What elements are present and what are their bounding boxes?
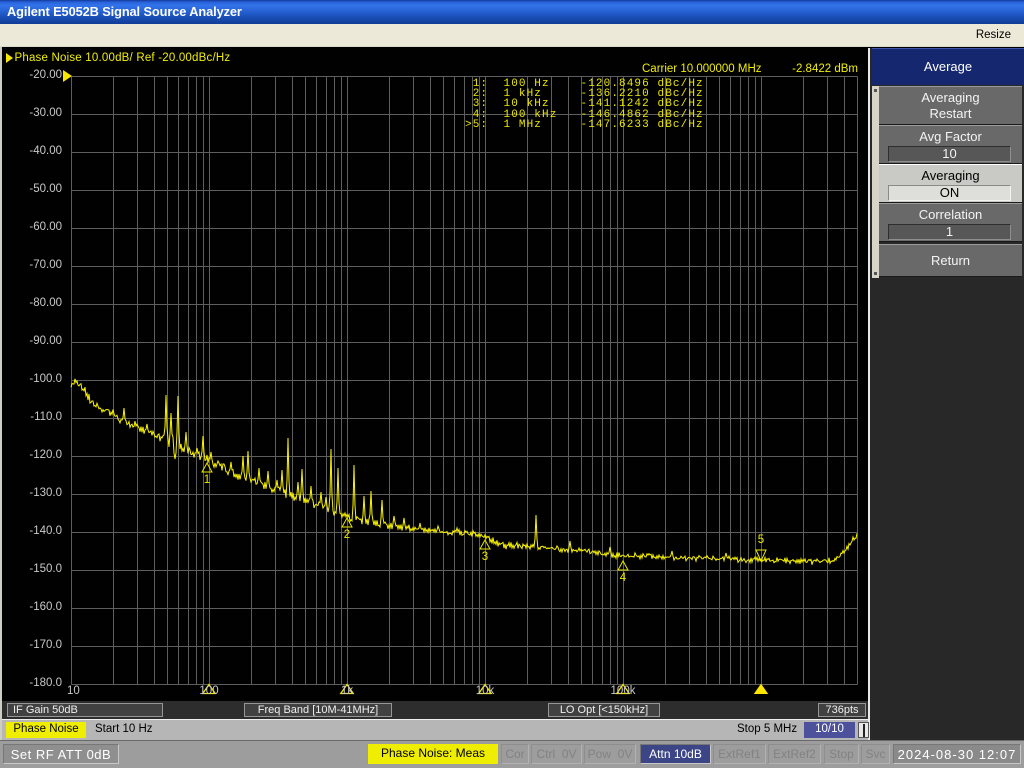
svg-text:3: 3 bbox=[482, 551, 488, 563]
svg-text:1: 1 bbox=[204, 474, 210, 486]
svg-text:4: 4 bbox=[620, 572, 627, 584]
svg-text:2: 2 bbox=[344, 529, 350, 541]
svg-text:5: 5 bbox=[758, 534, 764, 546]
